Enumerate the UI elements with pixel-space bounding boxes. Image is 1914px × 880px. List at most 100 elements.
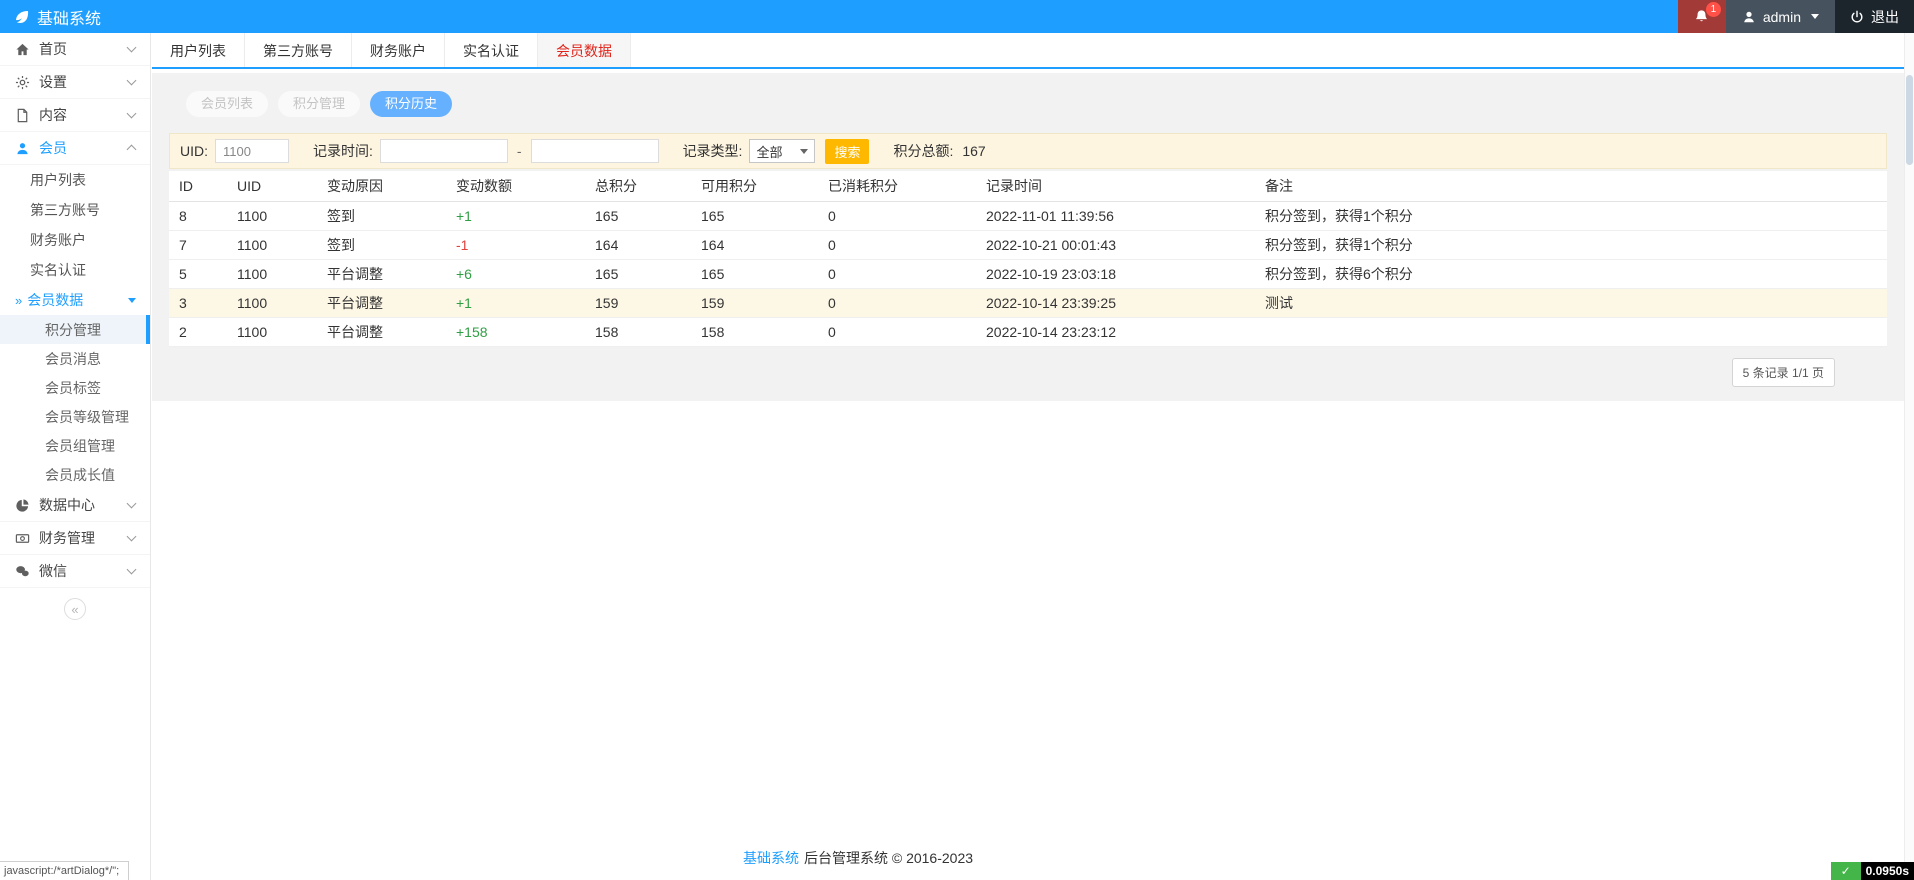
tab-finance-account[interactable]: 财务账户: [352, 33, 445, 67]
topbar-right: 1 admin 退出: [1678, 0, 1914, 33]
pagination: 5 条记录 1/1 页: [169, 347, 1887, 391]
user-menu[interactable]: admin: [1726, 0, 1835, 33]
tab-user-list[interactable]: 用户列表: [152, 33, 245, 67]
delta-value: +1: [446, 288, 585, 317]
logout-button[interactable]: 退出: [1835, 0, 1914, 33]
trace-time[interactable]: 0.0950s: [1861, 862, 1914, 880]
sidebar-collapse-button[interactable]: «: [64, 598, 86, 620]
sidebar-item-label: 用户列表: [30, 170, 86, 190]
trace-status-icon[interactable]: ✓: [1831, 862, 1861, 880]
uid-label: UID:: [180, 143, 208, 159]
table-row[interactable]: 5 1100 平台调整 +6 165 165 0 2022-10-19 23:0…: [169, 259, 1887, 288]
topbar: 基础系统 1 admin 退出: [0, 0, 1914, 33]
sidebar-item-label: 会员消息: [45, 349, 101, 369]
table-row[interactable]: 2 1100 平台调整 +158 158 158 0 2022-10-14 23…: [169, 317, 1887, 346]
sidebar-item-member[interactable]: 会员: [0, 132, 150, 165]
sidebar-item-third-party-account[interactable]: 第三方账号: [0, 195, 150, 225]
table-row[interactable]: 3 1100 平台调整 +1 159 159 0 2022-10-14 23:3…: [169, 288, 1887, 317]
range-separator: -: [517, 143, 522, 159]
points-history-table: ID UID 变动原因 变动数额 总积分 可用积分 已消耗积分 记录时间 备注 …: [169, 171, 1887, 347]
footer-brand-link[interactable]: 基础系统: [743, 850, 799, 866]
pill-points-management[interactable]: 积分管理: [278, 91, 360, 117]
table-row[interactable]: 8 1100 签到 +1 165 165 0 2022-11-01 11:39:…: [169, 201, 1887, 230]
home-icon: [14, 42, 30, 57]
end-time-input[interactable]: [531, 139, 659, 163]
delta-value: -1: [446, 230, 585, 259]
gear-icon: [14, 75, 30, 90]
chevron-down-icon: [127, 565, 137, 575]
sidebar-item-member-level[interactable]: 会员等级管理: [0, 402, 150, 431]
chevron-down-icon: [127, 109, 137, 119]
sidebar-item-home[interactable]: 首页: [0, 33, 150, 66]
user-name: admin: [1763, 9, 1801, 25]
notification-badge: 1: [1706, 2, 1721, 17]
record-type-label: 记录类型:: [683, 141, 743, 161]
column-header-remark: 备注: [1255, 171, 1887, 201]
sidebar-item-wechat[interactable]: 微信: [0, 555, 150, 588]
pill-member-list[interactable]: 会员列表: [186, 91, 268, 117]
scrollbar-track[interactable]: [1904, 33, 1914, 880]
sidebar-item-realname-auth[interactable]: 实名认证: [0, 255, 150, 285]
pagination-summary[interactable]: 5 条记录 1/1 页: [1732, 358, 1835, 387]
sidebar-item-content[interactable]: 内容: [0, 99, 150, 132]
sidebar-item-label: 财务管理: [39, 528, 95, 548]
sidebar-item-label: 会员: [39, 138, 67, 158]
sidebar-item-finance-account[interactable]: 财务账户: [0, 225, 150, 255]
footer: 基础系统后台管理系统 © 2016-2023: [152, 848, 1564, 868]
tab-realname-auth[interactable]: 实名认证: [445, 33, 538, 67]
sidebar-item-label: 首页: [39, 39, 67, 59]
sidebar-item-label: 第三方账号: [30, 200, 100, 220]
delta-value: +6: [446, 259, 585, 288]
filter-bar: UID: 记录时间: - 记录类型: 全部 搜索 积分总额: 167: [169, 133, 1887, 169]
sidebar-footer: «: [0, 598, 150, 620]
pill-points-history[interactable]: 积分历史: [370, 91, 452, 117]
sidebar-item-finance[interactable]: 财务管理: [0, 522, 150, 555]
sidebar: 首页 设置 内容 会员 用户列表 第三方账号 财务账户 实名认证 » 会员数据 …: [0, 33, 151, 880]
sidebar-item-label: 会员组管理: [45, 436, 115, 456]
column-header-uid: UID: [227, 171, 317, 201]
sidebar-item-member-group[interactable]: 会员组管理: [0, 431, 150, 460]
sidebar-item-member-data[interactable]: » 会员数据: [0, 285, 150, 315]
sidebar-item-label: 会员等级管理: [45, 407, 129, 427]
table-row[interactable]: 7 1100 签到 -1 164 164 0 2022-10-21 00:01:…: [169, 230, 1887, 259]
brand-title: 基础系统: [37, 5, 101, 29]
tab-third-party-account[interactable]: 第三方账号: [245, 33, 352, 67]
sidebar-item-label: 数据中心: [39, 495, 95, 515]
sidebar-item-points-management[interactable]: 积分管理: [0, 315, 150, 344]
column-header-time: 记录时间: [976, 171, 1255, 201]
leaf-logo-icon: [14, 9, 30, 25]
main-content: 用户列表 第三方账号 财务账户 实名认证 会员数据 会员列表 积分管理 积分历史…: [152, 33, 1904, 880]
logout-label: 退出: [1871, 7, 1899, 27]
sidebar-item-member-tag[interactable]: 会员标签: [0, 373, 150, 402]
arrow-right-icon: »: [15, 293, 22, 308]
sidebar-item-label: 积分管理: [45, 320, 101, 340]
chevron-down-icon: [800, 149, 808, 154]
sidebar-item-member-message[interactable]: 会员消息: [0, 344, 150, 373]
triangle-down-icon: [128, 298, 136, 303]
sidebar-item-member-growth[interactable]: 会员成长值: [0, 460, 150, 489]
record-type-select[interactable]: 全部: [749, 139, 815, 163]
column-header-available: 可用积分: [691, 171, 818, 201]
chevron-down-icon: [127, 499, 137, 509]
sidebar-item-label: 会员标签: [45, 378, 101, 398]
brand[interactable]: 基础系统: [0, 5, 115, 29]
file-icon: [14, 108, 30, 123]
delta-value: +158: [446, 317, 585, 346]
column-header-consumed: 已消耗积分: [818, 171, 976, 201]
sidebar-item-settings[interactable]: 设置: [0, 66, 150, 99]
start-time-input[interactable]: [380, 139, 508, 163]
column-header-reason: 变动原因: [317, 171, 446, 201]
points-history-panel: 会员列表 积分管理 积分历史 UID: 记录时间: - 记录类型: 全部 搜索 …: [152, 73, 1904, 401]
sidebar-item-label: 实名认证: [30, 260, 86, 280]
wechat-icon: [14, 564, 30, 579]
search-button[interactable]: 搜索: [825, 139, 869, 164]
points-total-label: 积分总额:: [893, 141, 953, 161]
sidebar-item-data-center[interactable]: 数据中心: [0, 489, 150, 522]
chevron-down-icon: [127, 532, 137, 542]
notifications-button[interactable]: 1: [1678, 0, 1726, 33]
sidebar-item-user-list[interactable]: 用户列表: [0, 165, 150, 195]
uid-input[interactable]: [215, 139, 289, 163]
tab-member-data[interactable]: 会员数据: [538, 33, 631, 67]
money-icon: [14, 531, 30, 546]
scrollbar-thumb[interactable]: [1906, 75, 1913, 165]
